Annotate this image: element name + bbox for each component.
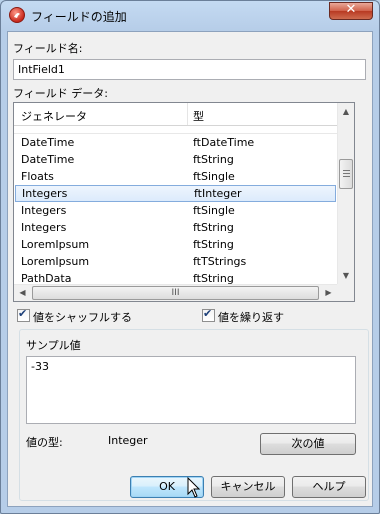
dialog-client-area: フィールド名: フィールド データ: ジェネレータ 型 DateTime ftDa… bbox=[7, 31, 373, 507]
scroll-down-arrow-icon[interactable]: ▼ bbox=[338, 267, 354, 284]
type-cell: ftDateTime bbox=[193, 136, 255, 149]
type-cell: ftTStrings bbox=[193, 255, 247, 268]
cancel-button[interactable]: キャンセル bbox=[211, 476, 285, 498]
repeat-checkbox[interactable]: ✔ bbox=[202, 307, 215, 322]
generator-cell: LoremIpsum bbox=[21, 238, 90, 251]
generator-cell: Integers bbox=[21, 221, 67, 234]
add-field-dialog: フィールドの追加 ✕ フィールド名: フィールド データ: ジェネレータ 型 D… bbox=[0, 0, 380, 514]
check-icon: ✔ bbox=[18, 307, 28, 320]
vertical-scrollbar[interactable]: ▲ ▼ bbox=[337, 103, 354, 284]
list-item[interactable]: DateTime ftDateTime bbox=[14, 134, 337, 151]
repeat-label[interactable]: 値を繰り返す bbox=[218, 309, 284, 325]
generator-cell: Floats bbox=[21, 170, 54, 183]
list-item[interactable]: Integers ftSingle bbox=[14, 202, 337, 219]
sample-value-box[interactable]: -33 bbox=[26, 356, 356, 424]
field-name-label: フィールド名: bbox=[13, 42, 83, 55]
sample-value-text: -33 bbox=[31, 360, 49, 373]
scroll-up-arrow-icon[interactable]: ▲ bbox=[338, 103, 354, 120]
list-item[interactable]: Integers ftString bbox=[14, 219, 337, 236]
generator-cell: DateTime bbox=[21, 136, 75, 149]
list-item[interactable]: LoremIpsum ftString bbox=[14, 236, 337, 253]
type-cell: ftString bbox=[193, 153, 234, 166]
type-cell: ftString bbox=[193, 238, 234, 251]
mouse-pointer-icon bbox=[187, 477, 201, 498]
title-bar[interactable]: フィールドの追加 ✕ bbox=[1, 1, 379, 31]
app-icon bbox=[9, 7, 25, 23]
close-button[interactable]: ✕ bbox=[329, 2, 373, 20]
field-data-list[interactable]: ジェネレータ 型 DateTime ftDateTime DateTime ftStr… bbox=[13, 102, 355, 302]
type-cell: ftString bbox=[193, 221, 234, 234]
sample-value-label: サンプル値 bbox=[26, 339, 81, 352]
generator-cell: Integers bbox=[21, 204, 67, 217]
scroll-left-arrow-icon[interactable]: ◀ bbox=[14, 285, 31, 301]
column-header-type[interactable]: 型 bbox=[193, 108, 204, 124]
list-header: ジェネレータ 型 bbox=[14, 103, 337, 126]
type-cell: ftSingle bbox=[193, 170, 235, 183]
scroll-right-arrow-icon[interactable]: ▶ bbox=[320, 285, 337, 301]
type-cell: ftSingle bbox=[193, 204, 235, 217]
generator-cell: DateTime bbox=[21, 153, 75, 166]
shuffle-checkbox[interactable]: ✔ bbox=[17, 307, 30, 322]
vertical-scroll-thumb[interactable] bbox=[339, 159, 353, 189]
field-data-label: フィールド データ: bbox=[13, 87, 108, 100]
list-item[interactable]: LoremIpsum ftTStrings bbox=[14, 253, 337, 270]
shuffle-label[interactable]: 値をシャッフルする bbox=[33, 309, 132, 325]
list-item[interactable]: Integers ftInteger bbox=[15, 185, 336, 202]
field-name-input[interactable] bbox=[13, 59, 366, 80]
column-header-generator[interactable]: ジェネレータ bbox=[21, 108, 87, 124]
list-item[interactable]: Floats ftSingle bbox=[14, 168, 337, 185]
horizontal-scrollbar[interactable]: ◀ III ▶ bbox=[14, 284, 337, 301]
next-value-button[interactable]: 次の値 bbox=[260, 433, 356, 455]
value-type-label: 値の型: bbox=[26, 436, 63, 449]
generator-cell: Integers bbox=[22, 187, 68, 200]
horizontal-scroll-thumb[interactable]: III bbox=[32, 286, 319, 300]
dialog-title: フィールドの追加 bbox=[31, 10, 127, 24]
value-type-value: Integer bbox=[108, 434, 148, 447]
scroll-grip-icon: III bbox=[171, 288, 180, 298]
help-button[interactable]: ヘルプ bbox=[292, 476, 366, 498]
generator-cell: LoremIpsum bbox=[21, 255, 90, 268]
list-rows: DateTime ftDateTime DateTime ftString Floats… bbox=[14, 134, 337, 287]
check-icon: ✔ bbox=[203, 307, 213, 320]
list-item[interactable]: DateTime ftString bbox=[14, 151, 337, 168]
type-cell: ftInteger bbox=[194, 187, 242, 200]
close-icon: ✕ bbox=[345, 2, 357, 17]
